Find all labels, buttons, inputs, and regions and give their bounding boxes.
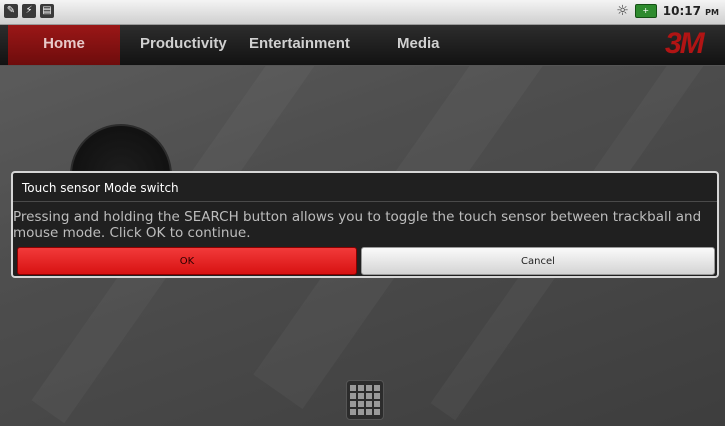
tab-entertainment[interactable]: Entertainment: [249, 25, 350, 65]
launcher-tab-bar: Home Productivity Entertainment Media 3M: [0, 25, 725, 66]
status-right: ☼ + 10:17 PM: [616, 3, 719, 19]
brand-logo: 3M: [665, 27, 705, 60]
dialog-message: Pressing and holding the SEARCH button a…: [13, 209, 702, 241]
dialog-divider: [13, 201, 717, 202]
notification-icons: ✎ ⚡ ▤: [4, 4, 54, 18]
dialog-title: Touch sensor Mode switch: [22, 181, 179, 195]
app-drawer-icon[interactable]: [346, 380, 384, 420]
sd-card-icon: ▤: [40, 4, 54, 18]
ok-button[interactable]: OK: [17, 247, 357, 275]
tab-home[interactable]: Home: [8, 25, 120, 65]
status-bar: ✎ ⚡ ▤ ☼ + 10:17 PM: [0, 0, 725, 25]
cancel-button[interactable]: Cancel: [361, 247, 715, 275]
usb-icon: ⚡: [22, 4, 36, 18]
mode-switch-dialog: Touch sensor Mode switch Pressing and ho…: [11, 171, 719, 278]
battery-icon: +: [634, 4, 657, 18]
clock-ampm: PM: [705, 8, 719, 17]
tab-productivity[interactable]: Productivity: [140, 25, 227, 65]
clock-time: 10:17: [662, 4, 701, 18]
status-clock: 10:17 PM: [663, 4, 719, 18]
usb-debug-icon: ✎: [4, 4, 18, 18]
tab-media[interactable]: Media: [397, 25, 440, 65]
brightness-icon: ☼: [616, 3, 629, 19]
